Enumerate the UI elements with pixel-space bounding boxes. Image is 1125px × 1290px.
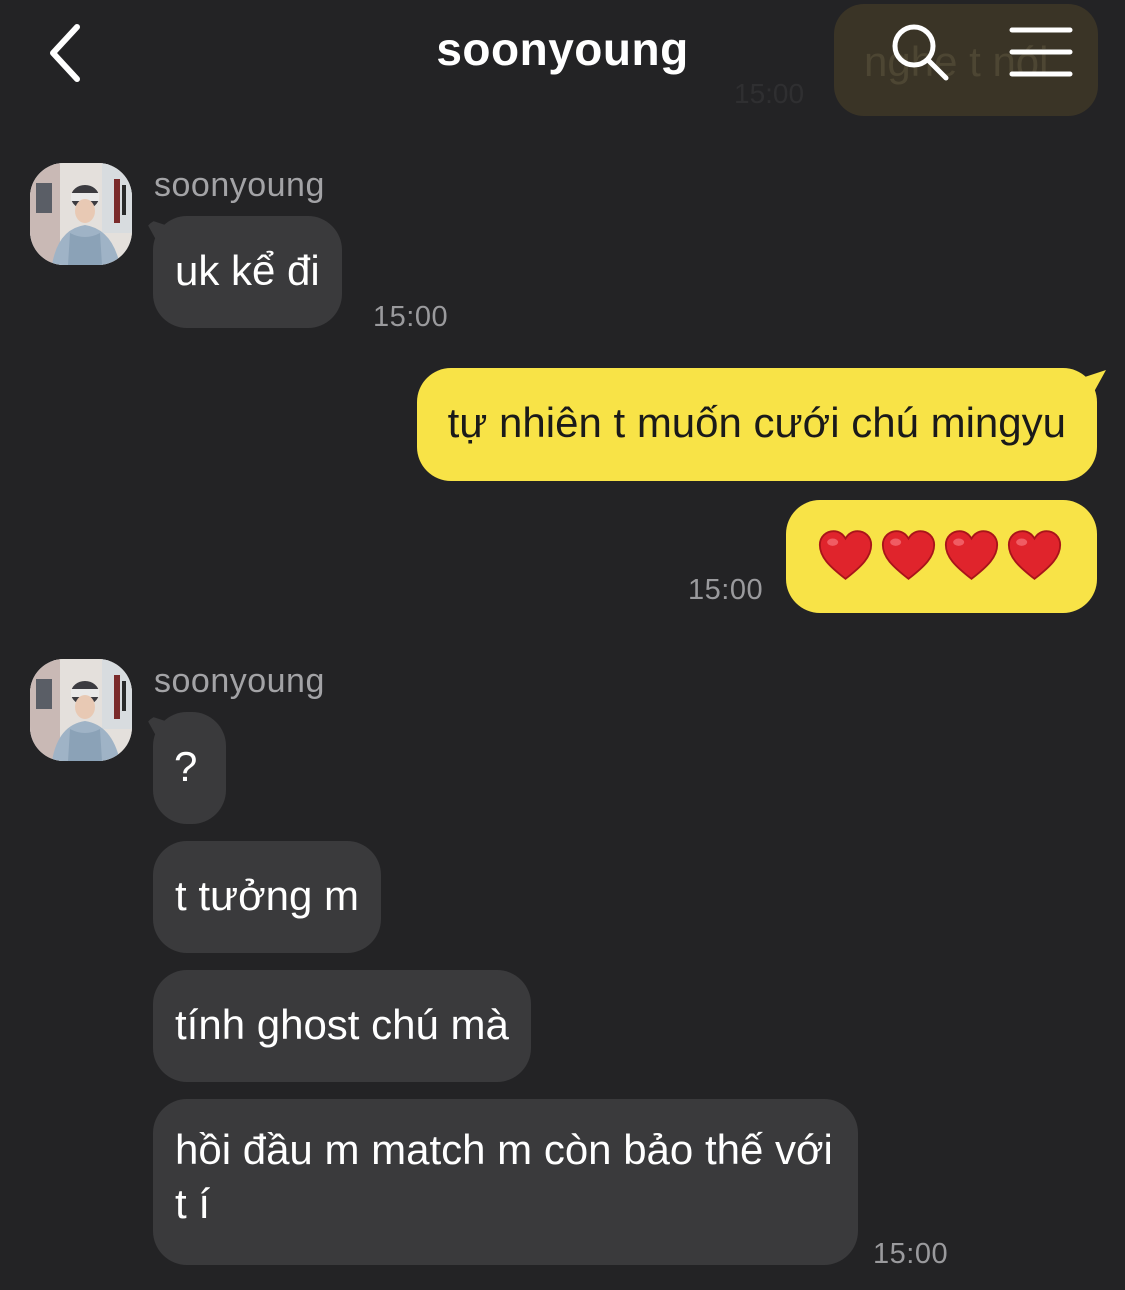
heart-emoji-icon [818, 530, 873, 580]
chat-header: nghe t nói 15:00 soonyoung [0, 0, 1125, 130]
message-text: tính ghost chú mà [175, 1001, 509, 1048]
incoming-message-bubble[interactable]: ? [153, 712, 226, 824]
message-text: tự nhiên t muốn cưới chú mingyu [447, 399, 1066, 446]
menu-button[interactable] [1006, 22, 1076, 82]
message-text: t tưởng m [175, 872, 360, 919]
message-text: uk kể đi [175, 247, 320, 294]
outgoing-message-bubble[interactable]: tự nhiên t muốn cưới chú mingyu [416, 368, 1097, 481]
incoming-message-bubble[interactable]: uk kể đi [153, 216, 342, 328]
search-button[interactable] [888, 20, 952, 84]
avatar[interactable] [30, 163, 132, 265]
avatar-photo [30, 163, 132, 265]
search-icon [892, 24, 949, 81]
incoming-message-bubble[interactable]: t tưởng m [153, 841, 382, 953]
message-text: hồi đầu m match m còn bảo thế với t í [175, 1126, 833, 1227]
message-text: ? [174, 743, 198, 790]
sender-name: soonyoung [154, 662, 325, 700]
sender-name: soonyoung [154, 166, 325, 204]
heart-emoji-icon [881, 530, 936, 580]
scrolled-message-time: 15:00 [734, 78, 805, 109]
outgoing-emoji-bubble[interactable] [786, 500, 1097, 613]
message-time: 15:00 [873, 1238, 949, 1270]
message-time: 15:00 [688, 574, 764, 606]
message-time: 15:00 [373, 301, 449, 333]
hamburger-menu-icon [1009, 27, 1073, 77]
avatar[interactable] [30, 659, 132, 761]
heart-emoji-icon [944, 530, 999, 580]
incoming-message-bubble[interactable]: tính ghost chú mà [153, 970, 531, 1082]
incoming-message-bubble[interactable]: hồi đầu m match m còn bảo thế với t í [153, 1099, 858, 1265]
avatar-photo [30, 659, 132, 761]
emoji-row [818, 529, 1065, 581]
heart-emoji-icon [1007, 530, 1062, 580]
chat-title: soonyoung [436, 23, 689, 75]
